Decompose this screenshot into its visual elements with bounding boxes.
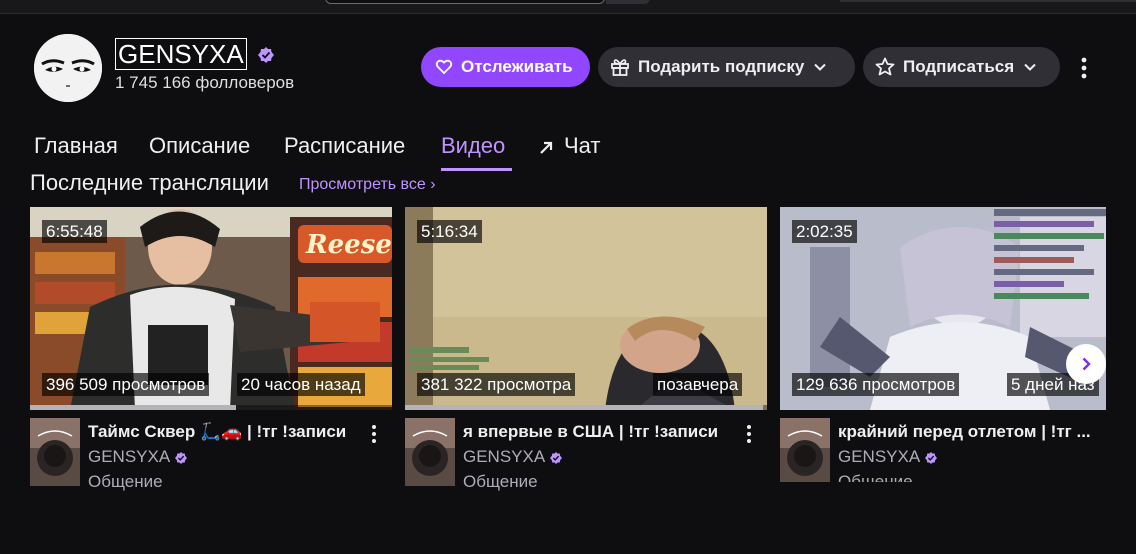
video-channel-name[interactable]: GENSYXA [88,447,170,467]
video-views: 396 509 просмотров [42,373,210,396]
more-options-icon[interactable] [1075,55,1093,81]
video-card[interactable]: Reese's 6:55:48 396 509 просмотров 20 ча… [30,207,392,491]
just-chatting-category-icon [405,418,455,486]
subscribe-button[interactable]: Подписаться [863,47,1060,87]
chevron-down-icon [1024,63,1036,71]
top-bar-right-area [840,0,1136,2]
video-channel-name[interactable]: GENSYXA [463,447,545,467]
video-title[interactable]: Таймс Сквер 🛴🚗 | !тг !записи [88,422,362,442]
video-title[interactable]: крайний перед отлетом | !тг ... [838,422,1100,442]
channel-mini-avatar[interactable] [780,418,830,482]
channel-avatar[interactable] [34,34,102,102]
top-navigation-bar [0,0,1136,14]
video-options-icon[interactable] [744,424,754,444]
carousel-next-button[interactable] [1066,344,1106,384]
verified-badge-icon [258,47,274,63]
tab-chat[interactable]: Чат [538,131,601,171]
gift-subscription-button[interactable]: Подарить подписку [598,47,855,87]
avatar-face-icon [34,34,102,102]
video-thumbnail[interactable]: 5:16:34 381 322 просмотра позавчера [405,207,767,410]
channel-name[interactable]: GENSYXA [115,38,247,70]
video-thumbnail[interactable]: Reese's 6:55:48 396 509 просмотров 20 ча… [30,207,392,410]
tab-chat-label: Чат [564,133,601,158]
video-card[interactable]: 5:16:34 381 322 просмотра позавчера я вп… [405,207,767,491]
video-category[interactable]: Общение [838,472,913,482]
search-button[interactable] [606,0,650,4]
just-chatting-category-icon [780,418,830,482]
video-title[interactable]: я впервые в США | !тг !записи [463,422,737,442]
subscribe-button-label: Подписаться [903,57,1015,76]
tab-schedule[interactable]: Расписание [284,131,405,171]
video-age: позавчера [653,373,743,396]
video-thumbnail[interactable]: 2:02:35 129 636 просмотров 5 дней наз [780,207,1106,410]
video-card[interactable]: 2:02:35 129 636 просмотров 5 дней наз кр… [780,207,1106,482]
search-input[interactable] [325,0,605,4]
just-chatting-category-icon [30,418,80,486]
channel-mini-avatar[interactable] [405,418,455,486]
popout-arrow-icon [540,141,553,154]
tab-home[interactable]: Главная [34,131,118,171]
chevron-right-icon [1082,357,1091,371]
video-duration: 5:16:34 [417,220,482,243]
video-options-icon[interactable] [369,424,379,444]
chevron-down-icon [814,63,827,71]
follower-count: 1 745 166 фолловеров [115,73,295,92]
gift-subscription-label: Подарить подписку [638,57,805,76]
channel-mini-avatar[interactable] [30,418,80,486]
view-all-link[interactable]: Просмотреть все › [299,176,436,194]
video-age: 20 часов назад [237,373,365,396]
tab-about[interactable]: Описание [149,131,250,171]
video-duration: 6:55:48 [42,220,107,243]
video-category[interactable]: Общение [463,472,538,492]
svg-text:Reese's: Reese's [305,230,392,260]
section-title: Последние трансляции [30,170,269,195]
heart-icon [435,59,453,75]
verified-badge-icon [550,452,562,464]
video-category[interactable]: Общение [88,472,163,492]
star-icon [875,57,895,76]
gift-icon [611,59,629,76]
video-duration: 2:02:35 [792,220,857,243]
follow-button[interactable]: Отслеживать [421,47,590,87]
follow-button-label: Отслеживать [461,57,573,76]
tab-videos[interactable]: Видео [441,131,512,171]
video-views: 129 636 просмотров [792,373,960,396]
video-views: 381 322 просмотра [417,373,576,396]
verified-badge-icon [175,452,187,464]
video-channel-name[interactable]: GENSYXA [838,447,920,467]
verified-badge-icon [925,452,937,464]
